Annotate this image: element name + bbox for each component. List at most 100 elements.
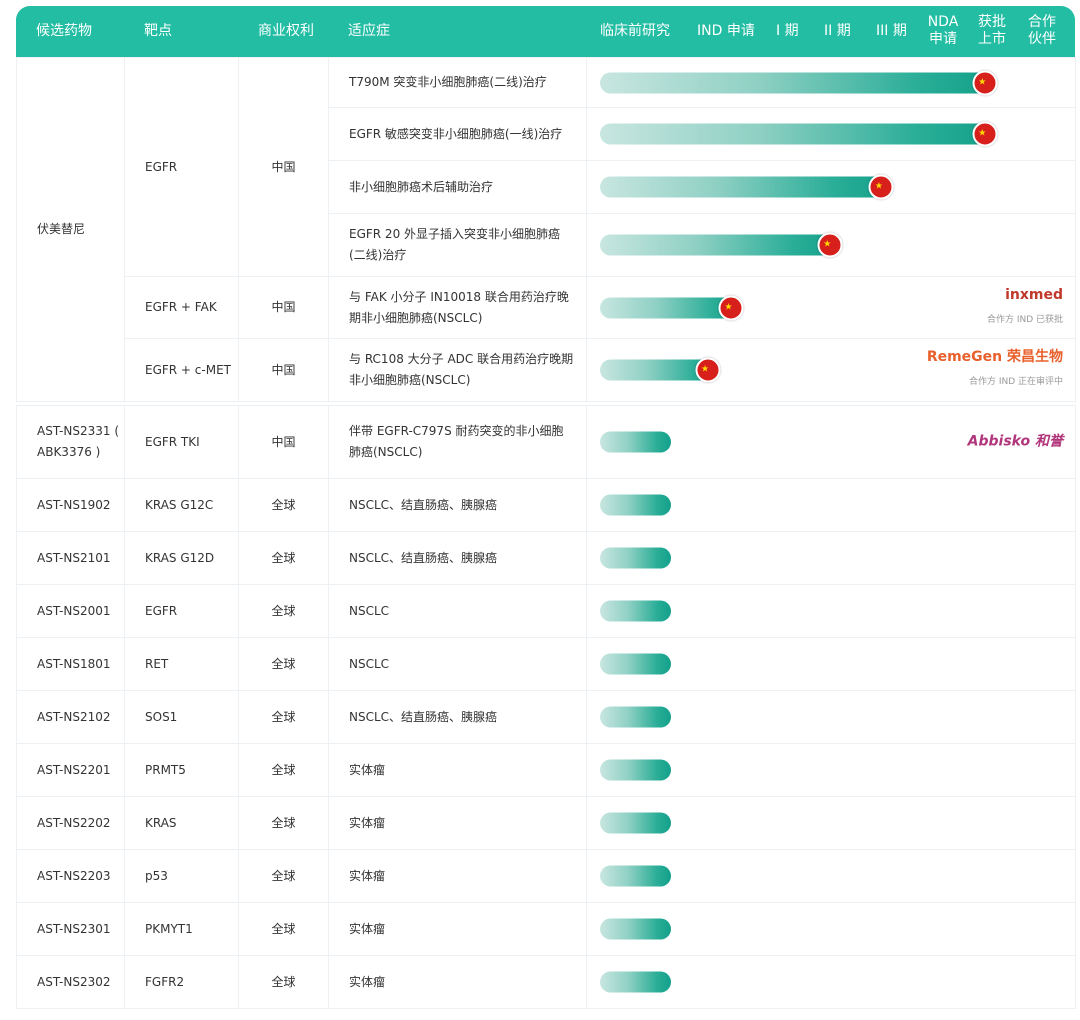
china-flag-icon: ★	[972, 70, 998, 95]
target: KRAS G12D	[124, 531, 239, 585]
progress-cell	[586, 690, 1076, 744]
indication: NSCLC	[328, 637, 587, 691]
header-approved: 获批 上市	[978, 14, 1006, 47]
target: p53	[124, 849, 239, 903]
rights: 中国	[238, 405, 329, 479]
partner-note: 合作方 IND 正在审评中	[968, 377, 1063, 387]
progress-bar	[600, 865, 671, 887]
header-ind: IND 申请	[697, 23, 755, 39]
progress-bar	[600, 812, 671, 834]
target: SOS1	[124, 690, 239, 744]
header-indication: 适应症	[348, 23, 390, 39]
indication: 与 RC108 大分子 ADC 联合用药治疗晚期非小细胞肺癌(NSCLC)	[328, 338, 587, 402]
partner-note: 合作方 IND 已获批	[986, 314, 1063, 325]
progress-bar	[600, 971, 671, 993]
table-row: AST-NS2301 PKMYT1 全球 实体瘤	[16, 902, 1076, 956]
target: EGFR + c-MET	[124, 338, 239, 402]
target: EGFR TKI	[124, 405, 239, 479]
header-phase2: II 期	[824, 23, 851, 39]
progress-bar	[600, 123, 995, 145]
partner-logo: RemeGen 荣昌生物	[926, 349, 1063, 365]
table-row: AST-NS2201 PRMT5 全球 实体瘤	[16, 743, 1076, 797]
progress-bar	[600, 431, 671, 453]
partner-logo: inxmed	[1005, 286, 1063, 303]
progress-cell: ★	[586, 107, 1076, 161]
drug-name: AST-NS2101	[16, 531, 125, 585]
target: FGFR2	[124, 955, 239, 1009]
drug-name: AST-NS1801	[16, 637, 125, 691]
table-row: AST-NS2001 EGFR 全球 NSCLC	[16, 584, 1076, 638]
drug-name: AST-NS2203	[16, 849, 125, 903]
indication: NSCLC、结直肠癌、胰腺癌	[328, 478, 587, 532]
indication: NSCLC、结直肠癌、胰腺癌	[328, 690, 587, 744]
drug-name: 伏美替尼	[16, 57, 125, 402]
table-row: AST-NS2331 ( ABK3376 ) EGFR TKI 中国 伴带 EGFR-…	[16, 405, 1076, 479]
table-row: AST-NS1801 RET 全球 NSCLC	[16, 637, 1076, 691]
target: RET	[124, 637, 239, 691]
rights: 中国	[238, 276, 329, 339]
progress-bar	[600, 494, 671, 516]
progress-bar	[600, 234, 840, 256]
partner-info: inxmed 合作方 IND 已获批	[987, 285, 1063, 331]
progress-cell	[586, 531, 1076, 585]
china-flag-icon: ★	[718, 295, 744, 320]
china-flag-icon: ★	[695, 357, 720, 383]
progress-cell: ★ RemeGen 荣昌生物合作方 IND 正在审评中	[586, 338, 1076, 402]
table-row: 伏美替尼 EGFR 中国 T790M 突变非小细胞肺癌(二线)治疗 ★	[16, 57, 1076, 402]
target: EGFR	[124, 57, 239, 277]
progress-cell: Abbisko 和誉	[586, 405, 1076, 479]
progress-bar	[600, 706, 671, 728]
progress-bar	[600, 600, 671, 622]
drug-name: AST-NS2202	[16, 796, 125, 850]
indication: 实体瘤	[328, 849, 587, 903]
progress-cell	[586, 637, 1076, 691]
target: EGFR + FAK	[124, 276, 239, 339]
indication: 实体瘤	[328, 955, 587, 1009]
drug-name: AST-NS2201	[16, 743, 125, 797]
rights: 全球	[238, 478, 329, 532]
rights: 全球	[238, 637, 329, 691]
partner-info: Abbisko 和誉	[968, 432, 1063, 453]
drug-name: AST-NS1902	[16, 478, 125, 532]
rights: 中国	[238, 338, 329, 402]
drug-name: AST-NS2331 ( ABK3376 )	[16, 405, 125, 479]
progress-cell	[586, 743, 1076, 797]
header-partner: 合作 伙伴	[1028, 14, 1056, 47]
progress-cell: ★ inxmed 合作方 IND 已获批	[586, 276, 1076, 339]
drug-name: AST-NS2301	[16, 902, 125, 956]
progress-cell	[586, 849, 1076, 903]
china-flag-icon: ★	[868, 174, 894, 200]
rights: 全球	[238, 849, 329, 903]
progress-cell	[586, 902, 1076, 956]
target: KRAS G12C	[124, 478, 239, 532]
header-rights: 商业权利	[258, 23, 314, 39]
indication: NSCLC、结直肠癌、胰腺癌	[328, 531, 587, 585]
progress-bar	[600, 918, 671, 940]
header-nda: NDA 申请	[927, 14, 959, 47]
partner-info: RemeGen 荣昌生物合作方 IND 正在审评中	[927, 347, 1063, 393]
table-row: AST-NS2202 KRAS 全球 实体瘤	[16, 796, 1076, 850]
rights: 全球	[238, 955, 329, 1009]
rights: 全球	[238, 902, 329, 956]
target: KRAS	[124, 796, 239, 850]
pipeline-table: 候选药物 靶点 商业权利 适应症 临床前研究 IND 申请 I 期 II 期 I…	[16, 6, 1076, 1009]
indication: 实体瘤	[328, 902, 587, 956]
indication: 伴带 EGFR-C797S 耐药突变的非小细胞肺癌(NSCLC)	[328, 405, 587, 479]
header-target: 靶点	[144, 23, 172, 39]
china-flag-icon: ★	[972, 121, 998, 147]
header-preclinical: 临床前研究	[600, 23, 670, 39]
progress-bar	[600, 176, 892, 198]
target: EGFR	[124, 584, 239, 638]
table-row: AST-NS2101 KRAS G12D 全球 NSCLC、结直肠癌、胰腺癌	[16, 531, 1076, 585]
drug-name: AST-NS2102	[16, 690, 125, 744]
progress-bar	[600, 547, 671, 569]
partner-logo: Abbisko 和誉	[967, 433, 1063, 450]
rights: 全球	[238, 531, 329, 585]
header-phase1: I 期	[776, 23, 799, 39]
progress-cell	[586, 584, 1076, 638]
drug-name: AST-NS2302	[16, 955, 125, 1009]
indication: 实体瘤	[328, 743, 587, 797]
header-drug: 候选药物	[36, 23, 92, 39]
rights: 全球	[238, 690, 329, 744]
rights: 全球	[238, 796, 329, 850]
